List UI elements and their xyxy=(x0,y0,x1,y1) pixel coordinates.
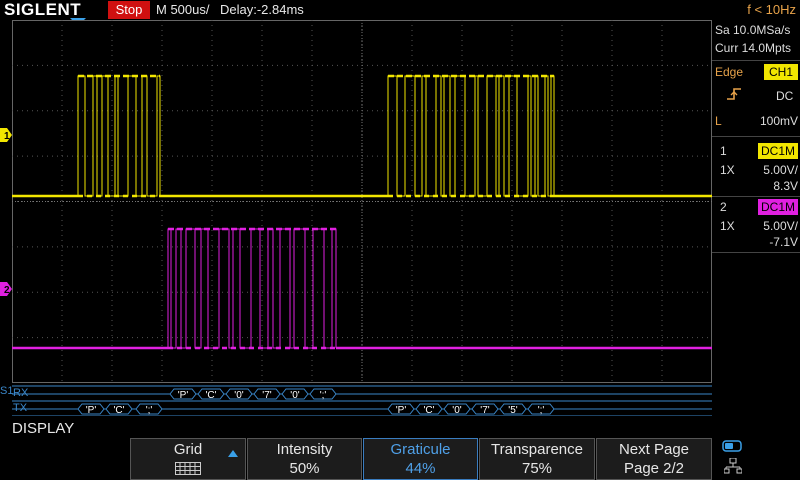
ch2-scale[interactable]: 5.00V/ xyxy=(752,219,798,233)
transparence-label: Transparence xyxy=(491,441,583,458)
graticule xyxy=(12,20,712,383)
tx-b-byte-5: ';' xyxy=(538,405,545,416)
next-page-label: Next Page xyxy=(618,441,690,458)
transparence-value: 75% xyxy=(521,460,553,477)
ch1-number: 1 xyxy=(720,144,727,158)
ch1-scale[interactable]: 5.00V/ xyxy=(752,163,798,177)
rx-label: RX xyxy=(13,387,29,399)
rx-byte-4: '0' xyxy=(290,390,299,401)
tx-a-byte-1: 'C' xyxy=(113,405,124,416)
timebase-readout[interactable]: M 500us/ xyxy=(156,0,209,20)
network-icon xyxy=(724,458,742,474)
trigger-coupling[interactable]: DC xyxy=(776,89,800,103)
tx-b-byte-1: 'C' xyxy=(423,405,434,416)
rx-byte-0: 'P' xyxy=(178,390,189,401)
trigger-source[interactable]: CH1 xyxy=(764,64,798,80)
trigger-level[interactable]: 100mV xyxy=(754,114,798,128)
grid-up-arrow-icon xyxy=(228,450,238,457)
grid-softkey[interactable]: Grid xyxy=(130,438,246,480)
intensity-value: 50% xyxy=(289,460,320,477)
intensity-label: Intensity xyxy=(276,441,333,458)
ch1-coupling[interactable]: DC1M xyxy=(758,143,798,159)
ch2-number: 2 xyxy=(720,200,727,214)
ch2-coupling[interactable]: DC1M xyxy=(758,199,798,215)
tx-a-byte-0: 'P' xyxy=(86,405,97,416)
bus-label: S1 xyxy=(0,385,14,397)
next-page-value: Page 2/2 xyxy=(623,460,685,477)
rx-byte-3: '7' xyxy=(262,390,271,401)
graticule-softkey[interactable]: Graticule 44% xyxy=(363,438,478,480)
tx-a-byte-2: ';' xyxy=(146,405,153,416)
trigger-frequency-readout: f < 10Hz xyxy=(747,2,796,17)
delay-readout[interactable]: Delay:-2.84ms xyxy=(220,0,304,20)
top-status-bar: SIGLENT Stop M 500us/ Delay:-2.84ms f < … xyxy=(0,0,800,26)
grid-icon xyxy=(175,462,201,475)
tx-b-byte-0: 'P' xyxy=(396,405,407,416)
softkey-menu: DISPLAY Grid Intensity 50% Graticule 44%… xyxy=(0,418,800,480)
tx-b-byte-3: '7' xyxy=(480,405,489,416)
ch1-level-marker-icon[interactable]: 1 xyxy=(0,128,12,142)
waveform-display[interactable]: 'P' 'C' '0' '7' '0' ';' 'P' 'C' ';' 'P' 'C' '0' '7' '… xyxy=(12,20,712,417)
tx-b-byte-2: '0' xyxy=(452,405,461,416)
decode-bus: 'P' 'C' '0' '7' '0' ';' 'P' 'C' ';' 'P' 'C' '0' '7' '… xyxy=(12,385,712,417)
svg-text:1: 1 xyxy=(4,131,10,142)
tx-b-byte-4: '5' xyxy=(508,405,517,416)
toggle-switch-icon[interactable] xyxy=(722,440,742,452)
intensity-softkey[interactable]: Intensity 50% xyxy=(247,438,362,480)
menu-title: DISPLAY xyxy=(12,420,75,437)
ch1-offset[interactable]: 8.3V xyxy=(752,179,798,193)
sample-rate: Sa 10.0MSa/s xyxy=(715,23,791,37)
graticule-value: 44% xyxy=(405,460,436,477)
rx-byte-5: ';' xyxy=(320,390,327,401)
transparence-softkey[interactable]: Transparence 75% xyxy=(479,438,595,480)
ch2-level-marker-icon[interactable]: 2 xyxy=(0,282,12,296)
rx-byte-1: 'C' xyxy=(205,390,216,401)
waveform-canvas: 'P' 'C' '0' '7' '0' ';' 'P' 'C' ';' 'P' 'C' '0' '7' '… xyxy=(12,20,712,417)
graticule-label: Graticule xyxy=(390,441,451,458)
right-info-panel: Sa 10.0MSa/s Curr 14.0Mpts Edge CH1 DC L… xyxy=(712,20,800,416)
rx-byte-2: '0' xyxy=(234,390,243,401)
svg-text:2: 2 xyxy=(4,285,10,296)
tx-label: TX xyxy=(13,402,28,414)
rising-edge-icon xyxy=(727,88,741,100)
memory-depth: Curr 14.0Mpts xyxy=(715,41,792,55)
run-stop-status[interactable]: Stop xyxy=(108,1,150,19)
next-page-softkey[interactable]: Next Page Page 2/2 xyxy=(596,438,712,480)
ch2-probe: 1X xyxy=(720,219,735,233)
ch1-probe: 1X xyxy=(720,163,735,177)
brand-logo: SIGLENT xyxy=(4,0,82,19)
ch2-offset[interactable]: -7.1V xyxy=(752,235,798,249)
